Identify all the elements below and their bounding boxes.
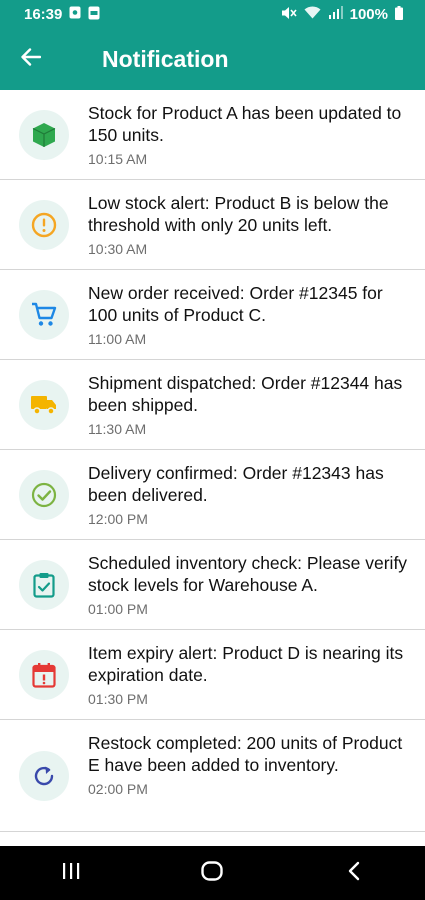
alert-circle-icon — [19, 200, 69, 250]
check-circle-icon — [19, 470, 69, 520]
page-title: Notification — [102, 46, 229, 72]
notification-item[interactable]: Item expiry alert: Product D is nearing … — [0, 630, 425, 720]
notification-message: Item expiry alert: Product D is nearing … — [88, 643, 404, 685]
app-bar: Notification — [0, 29, 425, 90]
truck-icon — [19, 380, 69, 430]
notification-message: Stock for Product A has been updated to … — [88, 103, 402, 145]
notification-message: Restock completed: 200 units of Product … — [88, 733, 403, 775]
arrow-left-icon — [21, 48, 42, 71]
home-button[interactable] — [182, 846, 242, 900]
back-button[interactable] — [0, 29, 62, 90]
mute-icon — [281, 6, 297, 24]
app-notification-icon — [88, 6, 100, 24]
notification-message: Delivery confirmed: Order #12343 has bee… — [88, 463, 384, 505]
refresh-icon — [19, 751, 69, 801]
recents-icon — [61, 862, 81, 885]
recents-button[interactable] — [41, 846, 101, 900]
status-bar: 16:39 100% — [0, 0, 425, 29]
notification-item[interactable]: Low stock alert: Product B is below the … — [0, 180, 425, 270]
notification-item[interactable]: Scheduled inventory check: Please verify… — [0, 540, 425, 630]
notification-time: 10:30 AM — [88, 241, 148, 257]
notification-time: 01:00 PM — [88, 601, 148, 617]
signal-icon — [328, 6, 343, 23]
notification-item[interactable]: New order received: Order #12345 for 100… — [0, 270, 425, 360]
notification-message: Low stock alert: Product B is below the … — [88, 193, 389, 235]
notification-time: 11:00 AM — [88, 331, 147, 347]
calendar-alert-icon — [19, 650, 69, 700]
battery-percent: 100% — [349, 6, 388, 23]
notification-list: Stock for Product A has been updated to … — [0, 90, 425, 832]
screenshot-notification-icon — [69, 6, 81, 23]
notification-item[interactable]: Restock completed: 200 units of Product … — [0, 720, 425, 832]
notification-message: Shipment dispatched: Order #12344 has be… — [88, 373, 403, 415]
clipboard-check-icon — [19, 560, 69, 610]
notification-time: 12:00 PM — [88, 511, 148, 527]
package-icon — [19, 110, 69, 160]
wifi-icon — [304, 6, 321, 23]
back-nav-button[interactable] — [324, 846, 384, 900]
chevron-left-icon — [347, 861, 361, 886]
notification-item[interactable]: Shipment dispatched: Order #12344 has be… — [0, 360, 425, 450]
home-icon — [201, 860, 224, 886]
notification-time: 01:30 PM — [88, 691, 148, 707]
notification-message: Scheduled inventory check: Please verify… — [88, 553, 408, 595]
battery-icon — [395, 5, 403, 24]
notification-item[interactable]: Delivery confirmed: Order #12343 has bee… — [0, 450, 425, 540]
notification-item[interactable]: Stock for Product A has been updated to … — [0, 90, 425, 180]
status-time: 16:39 — [24, 6, 63, 23]
notification-message: New order received: Order #12345 for 100… — [88, 283, 383, 325]
cart-icon — [19, 290, 69, 340]
notification-time: 11:30 AM — [88, 421, 147, 437]
system-nav-bar — [0, 846, 425, 900]
notification-time: 10:15 AM — [88, 151, 148, 167]
notification-time: 02:00 PM — [88, 781, 148, 797]
